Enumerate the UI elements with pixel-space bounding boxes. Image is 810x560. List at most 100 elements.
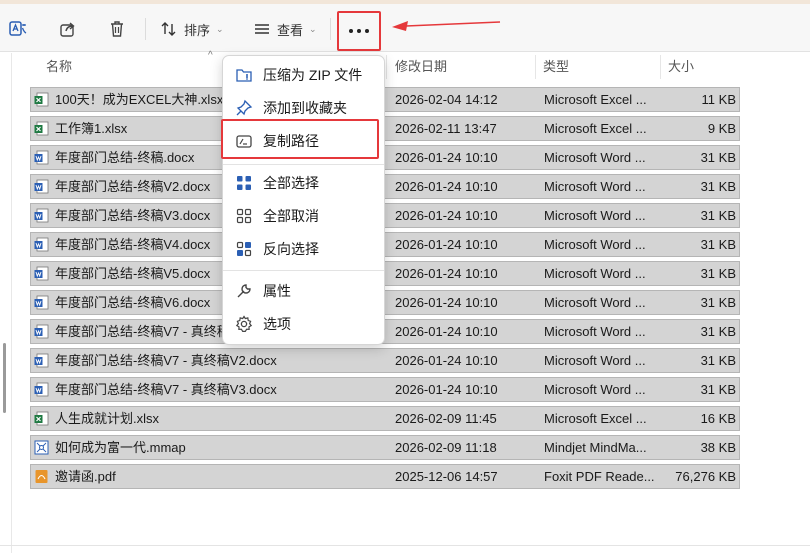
file-modified: 2026-01-24 10:10 [395,382,498,397]
file-row[interactable]: 年度部门总结-终稿V3.docx 2026-01-24 10:10 Microsof… [30,203,740,228]
translate-button[interactable] [8,14,28,44]
file-modified: 2026-02-09 11:45 [395,411,497,426]
mindmap-file-icon [34,440,49,455]
menu-item-invert-selection[interactable]: 反向选择 [229,234,379,264]
menu-item-label: 属性 [263,283,291,299]
file-name: 年度部门总结-终稿V7 - 真终稿V2.docx [55,353,277,368]
file-row[interactable]: 年度部门总结-终稿V4.docx 2026-01-24 10:10 Microsof… [30,232,740,257]
column-header-modified[interactable]: 修改日期 [395,53,447,81]
menu-item-label: 全部取消 [263,208,319,224]
menu-item-select-all[interactable]: 全部选择 [229,168,379,198]
excel-file-icon [34,411,49,426]
file-size: 31 KB [700,150,736,165]
file-size: 31 KB [700,353,736,368]
excel-file-icon [34,121,49,136]
file-row[interactable]: 工作簿1.xlsx 2026-02-11 13:47 Microsoft Excel… [30,116,740,141]
chevron-down-icon: ⌄ [309,23,317,34]
file-modified: 2026-01-24 10:10 [395,237,498,252]
file-name: 邀请函.pdf [55,469,116,484]
share-button[interactable] [58,14,78,44]
menu-item-label: 压缩为 ZIP 文件 [263,67,363,83]
file-size: 11 KB [701,92,736,107]
word-file-icon [34,295,49,310]
sort-button[interactable]: 排序 ⌄ [160,14,224,44]
file-size: 31 KB [700,179,736,194]
menu-item-copy-path[interactable]: 复制路径 [229,126,379,156]
column-header-size[interactable]: 大小 [668,53,694,81]
pane-divider [11,53,12,553]
file-modified: 2026-01-24 10:10 [395,324,498,339]
file-size: 9 KB [707,121,736,136]
delete-button[interactable] [107,14,127,44]
word-file-icon [34,179,49,194]
file-modified: 2026-01-24 10:10 [395,208,498,223]
file-modified: 2026-01-24 10:10 [395,295,498,310]
file-list: ^ 名称 修改日期 类型 大小 100天！成为EXCEL大神.xlsx 2026-… [0,50,810,560]
sort-indicator-icon: ^ [208,50,213,61]
file-size: 31 KB [700,295,736,310]
word-file-icon [34,324,49,339]
trash-icon [107,19,127,39]
file-name: 如何成为富一代.mmap [55,440,186,455]
file-modified: 2026-01-24 10:10 [395,353,498,368]
view-button[interactable]: 查看 ⌄ [253,14,317,44]
column-header-row: ^ 名称 修改日期 类型 大小 [0,50,810,81]
sort-label: 排序 [184,22,211,38]
file-row[interactable]: 邀请函.pdf 2025-12-06 14:57 Foxit PDF Reade..… [30,464,740,489]
view-label: 查看 [277,22,304,38]
menu-item-properties[interactable]: 属性 [229,276,379,306]
invert-selection-icon [235,240,253,258]
menu-item-options[interactable]: 选项 [229,309,379,339]
file-name: 人生成就计划.xlsx [55,411,160,426]
excel-file-icon [34,92,49,107]
file-row[interactable]: 人生成就计划.xlsx 2026-02-09 11:45 Microsoft Exc… [30,406,740,431]
word-file-icon [34,150,49,165]
more-options-menu: 压缩为 ZIP 文件 添加到收藏夹 复制路径 全部选择 全部取消 反向选择 属性… [221,55,385,345]
scrollbar-thumb[interactable] [3,343,6,413]
file-size: 38 KB [700,440,736,455]
file-modified: 2025-12-06 14:57 [395,469,498,484]
menu-item-label: 复制路径 [263,133,319,149]
file-row[interactable]: 年度部门总结-终稿V7 - 真终稿V3.docx 2026-01-24 10:10… [30,377,740,402]
chevron-down-icon: ⌄ [216,23,224,34]
share-icon [58,19,78,39]
more-icon [349,29,369,33]
menu-item-compress-zip[interactable]: 压缩为 ZIP 文件 [229,60,379,90]
file-row[interactable]: 年度部门总结-终稿V5.docx 2026-01-24 10:10 Microsof… [30,261,740,286]
column-header-name[interactable]: 名称 [46,53,72,81]
file-row[interactable]: 年度部门总结-终稿V7 - 真终稿.docx 2026-01-24 10:10 Mi… [30,319,740,344]
file-row[interactable]: 100天！成为EXCEL大神.xlsx 2026-02-04 14:12 Micro… [30,87,740,112]
column-divider[interactable] [386,55,387,79]
column-header-type[interactable]: 类型 [543,53,569,81]
file-modified: 2026-02-09 11:18 [395,440,497,455]
annotation-arrow [392,21,501,31]
word-file-icon [34,237,49,252]
file-modified: 2026-01-24 10:10 [395,266,498,281]
file-row[interactable]: 年度部门总结-终稿.docx 2026-01-24 10:10 Microsoft … [30,145,740,170]
status-divider [0,545,810,546]
column-divider[interactable] [660,55,661,79]
file-row[interactable]: 年度部门总结-终稿V6.docx 2026-01-24 10:10 Microsof… [30,290,740,315]
menu-divider [223,164,384,165]
menu-item-label: 选项 [263,316,291,332]
file-modified: 2026-02-04 14:12 [395,92,498,107]
menu-item-select-none[interactable]: 全部取消 [229,201,379,231]
word-file-icon [34,208,49,223]
file-row[interactable]: 如何成为富一代.mmap 2026-02-09 11:18 Mindjet Mind… [30,435,740,460]
file-size: 31 KB [700,266,736,281]
file-size: 76,276 KB [675,469,736,484]
more-options-button[interactable] [337,11,381,51]
select-none-icon [235,207,253,225]
select-all-icon [235,174,253,192]
file-size: 16 KB [700,411,736,426]
menu-item-label: 反向选择 [263,241,319,257]
gear-icon [235,315,253,333]
file-row[interactable]: 年度部门总结-终稿V2.docx 2026-01-24 10:10 Microsof… [30,174,740,199]
copy-path-icon [235,132,253,150]
file-row[interactable]: 年度部门总结-终稿V7 - 真终稿V2.docx 2026-01-24 10:10… [30,348,740,373]
toolbar-divider [330,18,331,40]
view-icon [253,20,271,38]
file-size: 31 KB [700,208,736,223]
column-divider[interactable] [535,55,536,79]
file-size: 31 KB [700,324,736,339]
